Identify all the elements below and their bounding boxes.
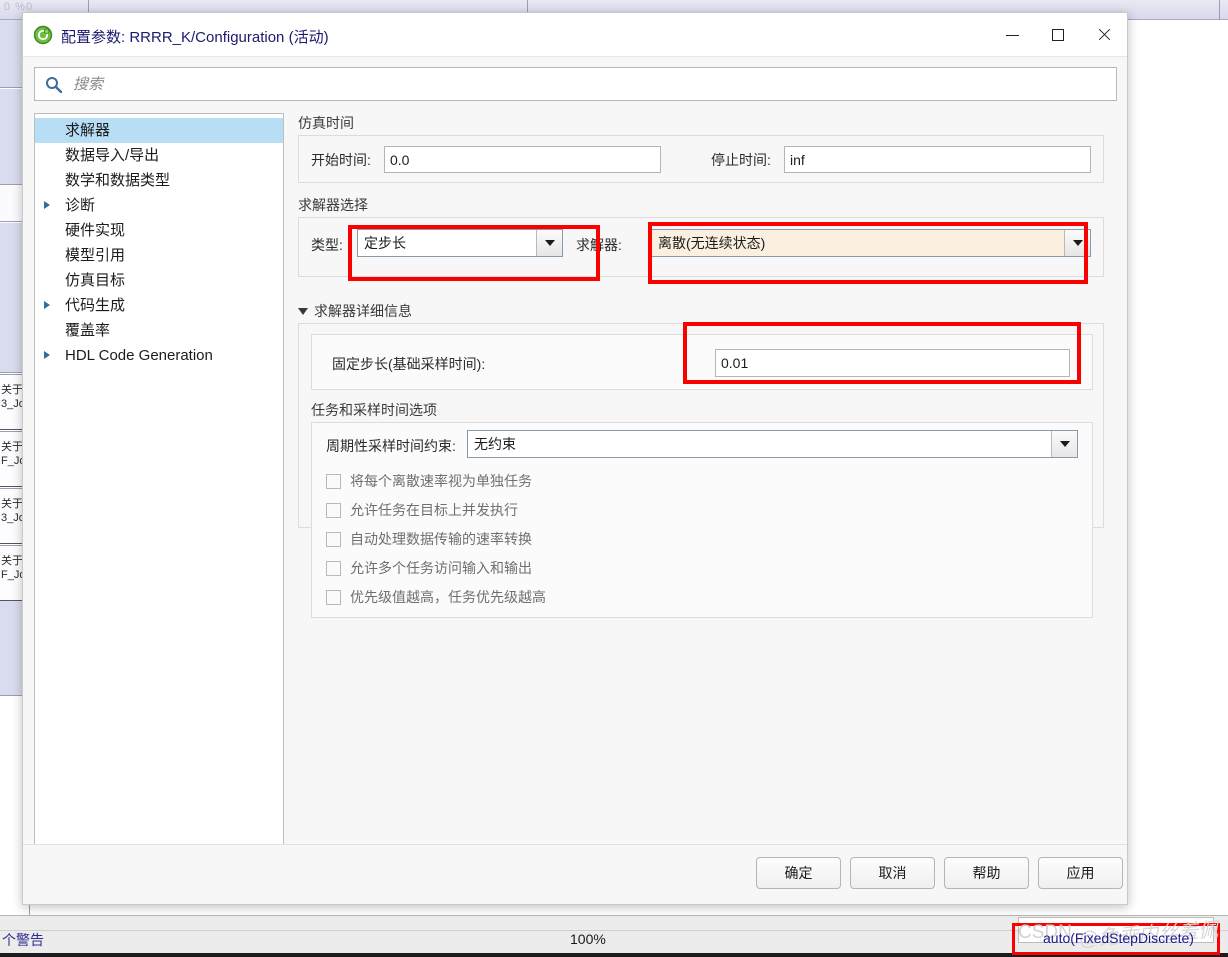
chevron-right-icon[interactable]	[44, 351, 50, 359]
solver-type-dropdown[interactable]: 定步长	[357, 229, 563, 257]
checkbox-allow-multiple-tasks-to-access-inputs-and-outputs[interactable]	[326, 560, 341, 576]
solver-pane: 仿真时间 开始时间: 停止时间: 求解器选择 类型: 定步长 求解器: 离散(无…	[298, 113, 1118, 848]
chevron-right-icon[interactable]	[44, 201, 50, 209]
chevron-down-glyph	[1059, 441, 1070, 447]
close-button[interactable]	[1081, 13, 1127, 57]
cancel-button[interactable]: 取消	[850, 857, 935, 889]
chevron-down-icon[interactable]	[536, 230, 562, 256]
sidebar-item-hardware-implementation[interactable]: 硬件实现	[35, 218, 283, 243]
periodic-sample-time-constraint-dropdown[interactable]: 无约束	[467, 430, 1078, 458]
dialog-title-bar: 配置参数: RRRR_K/Configuration (活动)	[23, 13, 1127, 57]
ok-button[interactable]: 确定	[756, 857, 841, 889]
solver-value: 离散(无连续状态)	[658, 235, 766, 251]
close-icon	[1097, 28, 1111, 42]
sidebar-item-simulation-target[interactable]: 仿真目标	[35, 268, 283, 293]
solver-dropdown[interactable]: 离散(无连续状态)	[651, 229, 1091, 257]
configuration-parameters-dialog: 配置参数: RRRR_K/Configuration (活动) 求解器	[22, 12, 1128, 905]
tasking-section-label: 任务和采样时间选项	[311, 402, 437, 418]
chevron-down-glyph	[1072, 240, 1083, 246]
simulation-time-section-label: 仿真时间	[298, 115, 354, 131]
toolstrip-divider	[1219, 0, 1220, 20]
sidebar-item-model-referencing[interactable]: 模型引用	[35, 243, 283, 268]
checkbox-label: 将每个离散速率视为单独任务	[350, 473, 532, 489]
sidebar-item-label: 硬件实现	[65, 222, 126, 239]
window-controls	[989, 13, 1127, 57]
minimize-button[interactable]	[989, 13, 1035, 57]
solver-summary-text: auto(FixedStepDiscrete)	[1043, 930, 1194, 946]
sidebar-item-coverage[interactable]: 覆盖率	[35, 318, 283, 343]
checkbox-row[interactable]: 优先级值越高，任务优先级越高	[326, 583, 546, 611]
stop-time-input[interactable]	[784, 146, 1091, 173]
chevron-right-icon[interactable]	[44, 301, 50, 309]
sidebar-item-solver[interactable]: 求解器	[35, 118, 283, 143]
periodic-sample-time-constraint-value: 无约束	[474, 436, 516, 452]
checkbox-row[interactable]: 自动处理数据传输的速率转换	[326, 525, 532, 553]
checkbox-treat-each-discrete-rate-as-separate-task[interactable]	[326, 473, 341, 489]
checkbox-automatically-handle-rate-transition[interactable]	[326, 531, 341, 547]
checkbox-allow-tasks-to-execute-concurrently-on-target[interactable]	[326, 502, 341, 518]
checkbox-higher-priority-value-indicates-higher-task-priority[interactable]	[326, 589, 341, 605]
status-zoom-level: 100%	[570, 931, 606, 947]
checkbox-row[interactable]: 允许任务在目标上并发执行	[326, 496, 518, 524]
sidebar-item-label: 模型引用	[65, 247, 126, 264]
solver-details-section-label: 求解器详细信息	[314, 303, 412, 319]
sidebar-item-label: 覆盖率	[65, 322, 111, 339]
chevron-down-glyph	[544, 240, 555, 246]
settings-tree[interactable]: 求解器 数据导入/导出 数学和数据类型 诊断 硬件实现 模型引用 仿真目标 代码…	[34, 113, 284, 848]
solver-details-group: 固定步长(基础采样时间): 任务和采样时间选项 周期性采样时间约束: 无约束 将…	[298, 323, 1104, 618]
sidebar-item-code-generation[interactable]: 代码生成	[35, 293, 283, 318]
search-icon	[45, 76, 63, 94]
checkbox-row[interactable]: 允许多个任务访问输入和输出	[326, 554, 532, 582]
help-button[interactable]: 帮助	[944, 857, 1029, 889]
search-bar[interactable]	[34, 67, 1117, 101]
periodic-sample-time-constraint-label: 周期性采样时间约束:	[326, 438, 456, 454]
sidebar-item-label: HDL Code Generation	[65, 347, 213, 364]
solver-label: 求解器:	[576, 237, 622, 253]
solver-details-disclosure[interactable]: 求解器详细信息	[298, 301, 412, 321]
search-input[interactable]	[71, 68, 1111, 100]
simulink-icon	[33, 25, 53, 45]
sidebar-item-diagnostics[interactable]: 诊断	[35, 193, 283, 218]
solver-type-label: 类型:	[311, 237, 343, 253]
tasking-group: 周期性采样时间约束: 无约束 将每个离散速率视为单独任务 允许任务在目标上并发执…	[311, 422, 1093, 618]
solver-selection-group: 类型: 定步长 求解器: 离散(无连续状态)	[298, 217, 1104, 277]
sidebar-item-hdl-code-generation[interactable]: HDL Code Generation	[35, 343, 283, 368]
maximize-icon	[1052, 29, 1064, 41]
chevron-down-icon[interactable]	[298, 307, 308, 315]
fixed-step-group: 固定步长(基础采样时间):	[311, 334, 1093, 390]
dialog-title: 配置参数: RRRR_K/Configuration (活动)	[61, 29, 329, 46]
sidebar-item-label: 仿真目标	[65, 272, 126, 289]
chevron-down-icon[interactable]	[1064, 230, 1090, 256]
fixed-step-size-label: 固定步长(基础采样时间):	[332, 356, 486, 372]
fixed-step-size-input[interactable]	[715, 349, 1070, 377]
solver-type-value: 定步长	[364, 235, 406, 251]
status-warning-label[interactable]: 个警告	[2, 930, 44, 950]
checkbox-row[interactable]: 将每个离散速率视为单独任务	[326, 467, 532, 495]
solver-selection-section-label: 求解器选择	[298, 197, 368, 213]
simulation-time-group: 开始时间: 停止时间:	[298, 135, 1104, 183]
maximize-button[interactable]	[1035, 13, 1081, 57]
start-time-label: 开始时间:	[311, 152, 371, 168]
dialog-footer: 确定 取消 帮助 应用	[23, 844, 1127, 904]
sidebar-item-math-and-data-types[interactable]: 数学和数据类型	[35, 168, 283, 193]
checkbox-label: 优先级值越高，任务优先级越高	[350, 589, 546, 605]
sidebar-item-label: 代码生成	[65, 297, 126, 314]
sidebar-item-label: 求解器	[65, 122, 111, 139]
stop-time-label: 停止时间:	[711, 152, 771, 168]
checkbox-label: 自动处理数据传输的速率转换	[350, 531, 532, 547]
sidebar-item-label: 诊断	[65, 197, 96, 214]
chevron-down-icon[interactable]	[1051, 431, 1077, 457]
sidebar-item-label: 数据导入/导出	[65, 147, 160, 164]
start-time-input[interactable]	[384, 146, 661, 173]
minimize-icon	[1005, 34, 1019, 36]
checkbox-label: 允许任务在目标上并发执行	[350, 502, 518, 518]
sidebar-item-label: 数学和数据类型	[65, 172, 171, 189]
checkbox-label: 允许多个任务访问输入和输出	[350, 560, 532, 576]
apply-button[interactable]: 应用	[1038, 857, 1123, 889]
sidebar-item-data-import-export[interactable]: 数据导入/导出	[35, 143, 283, 168]
